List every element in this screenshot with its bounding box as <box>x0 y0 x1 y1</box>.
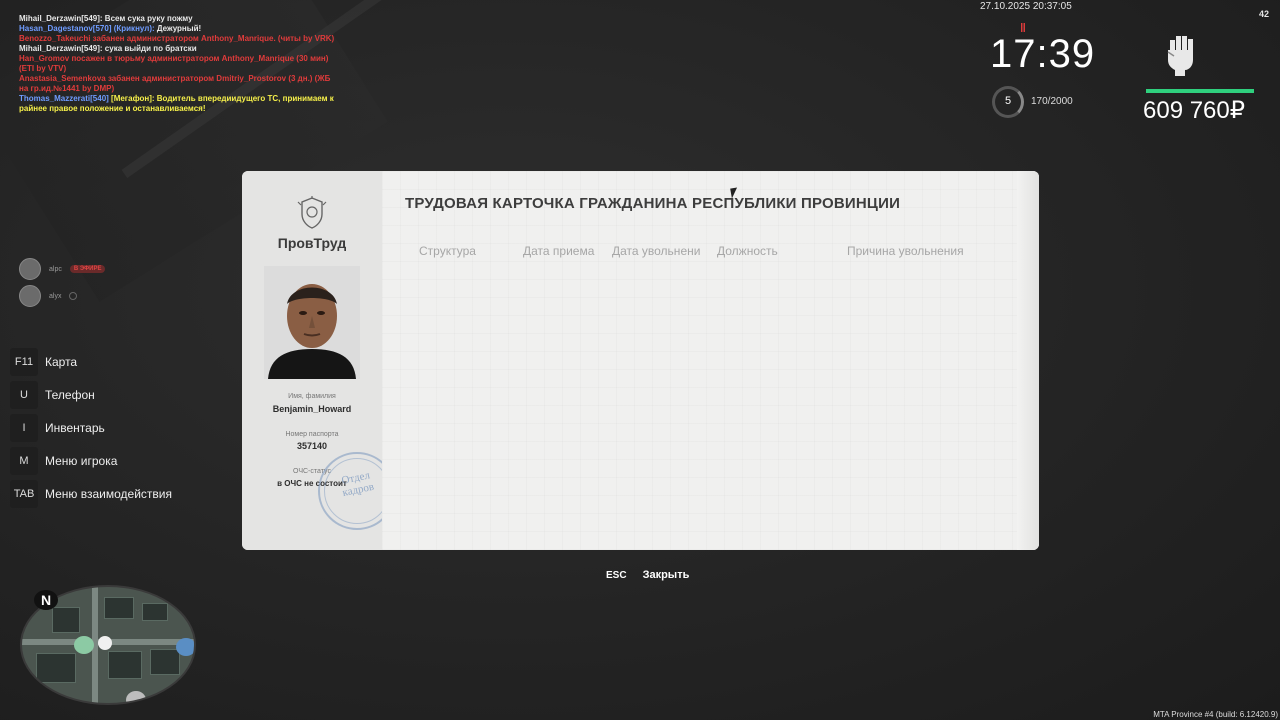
passport-value: 357140 <box>296 441 328 451</box>
chat-segment: Mihail_Derzawin[549]: сука выйди по брат… <box>19 44 197 53</box>
citizen-photo <box>264 266 360 379</box>
xp-counter: 170/2000 <box>1031 96 1073 107</box>
hotkey-label: Карта <box>45 354 78 369</box>
close-label: Закрыть <box>642 569 690 581</box>
bus-station-icon <box>74 636 94 654</box>
chat-line: Mihail_Derzawin[549]: сука выйди по брат… <box>19 44 339 54</box>
employment-records-panel <box>382 171 1039 550</box>
voice-speaker-name: alpc <box>49 265 62 273</box>
column-header-dismissal-date: Дата увольнени <box>612 244 701 258</box>
chat-line: Hasan_Dagestanov[570] (Крикнул): Дежурны… <box>19 24 339 34</box>
datetime: 27.10.2025 20:37:05 <box>980 1 1072 12</box>
money-display: 609 760₽ <box>1143 97 1246 124</box>
hotkey-label: Инвентарь <box>45 420 105 435</box>
shop-icon <box>176 638 194 656</box>
hotkey-key: I <box>10 413 38 442</box>
avatar <box>19 258 41 280</box>
column-header-position: Должность <box>717 244 778 258</box>
chat-line: Anastasia_Semenkova забанен администрато… <box>19 74 339 94</box>
chat-segment: Thomas_Mazzerati[540] <box>19 94 112 103</box>
level-ring: 5 <box>992 86 1024 118</box>
level-number: 5 <box>1004 95 1012 107</box>
hotkey-list: F11 Карта U Телефон I Инвентарь M Меню и… <box>10 345 172 510</box>
north-indicator: N <box>34 590 58 610</box>
coat-of-arms-icon <box>297 196 327 229</box>
voice-speaker-row: alpc В ЭФИРЕ <box>19 258 106 280</box>
hotkey-key: U <box>10 380 38 409</box>
mute-icon <box>69 292 78 300</box>
avatar <box>19 285 41 307</box>
hotkey-label: Телефон <box>45 387 95 402</box>
chat-segment: Benozzo_Takeuchi забанен администратором… <box>19 34 335 43</box>
fps-counter: 42 <box>1259 9 1270 19</box>
garage-icon <box>126 691 146 703</box>
work-record-card: ПровТруд Имя, фамилия Benjamin_Howard Но… <box>242 171 1039 550</box>
player-marker-icon <box>98 636 112 650</box>
hotkey-key: M <box>10 446 38 475</box>
close-button[interactable]: ESC Закрыть <box>606 569 689 581</box>
column-header-structure: Структура <box>419 244 476 258</box>
name-value: Benjamin_Howard <box>272 404 352 414</box>
build-info: MTA Province #4 (build: 6.12420.9) <box>1153 710 1278 719</box>
game-clock: 17:39 <box>990 32 1096 76</box>
column-header-hire-date: Дата приема <box>523 244 595 258</box>
card-profile-panel: ПровТруд Имя, фамилия Benjamin_Howard Но… <box>242 171 396 550</box>
raised-fist-icon <box>1167 36 1193 76</box>
chat-segment: Mihail_Derzawin[549]: Всем сука руку пож… <box>19 14 193 23</box>
hotkey-label: Меню взаимодействия <box>45 486 172 501</box>
hotkey-player-menu[interactable]: M Меню игрока <box>10 444 172 477</box>
chat-segment: Дежурный! <box>156 24 202 33</box>
chat-line: Benozzo_Takeuchi забанен администратором… <box>19 34 339 44</box>
card-page-edge <box>1017 171 1039 550</box>
column-header-dismissal-reason: Причина увольнения <box>847 244 964 258</box>
hotkey-key: F11 <box>10 347 38 376</box>
health-bar <box>1146 89 1254 93</box>
hotkey-interaction-menu[interactable]: TAB Меню взаимодействия <box>10 477 172 510</box>
card-title: ТРУДОВАЯ КАРТОЧКА ГРАЖДАНИНА РЕСПУБЛИКИ … <box>405 195 901 212</box>
chat-segment: Han_Gromov посажен в тюрьму администрато… <box>19 54 329 73</box>
voice-speaker-name: alyx <box>49 292 62 300</box>
chat-line: Thomas_Mazzerati[540] [Мегафон]: Водител… <box>19 94 339 114</box>
chat-log: Mihail_Derzawin[549]: Всем сука руку пож… <box>19 14 339 114</box>
mouse-cursor-icon <box>730 187 739 199</box>
hotkey-label: Меню игрока <box>45 453 118 468</box>
hotkey-inventory[interactable]: I Инвентарь <box>10 411 172 444</box>
chat-line: Mihail_Derzawin[549]: Всем сука руку пож… <box>19 14 339 24</box>
hotkey-phone[interactable]: U Телефон <box>10 378 172 411</box>
chat-segment: Anastasia_Semenkova забанен администрато… <box>19 74 331 93</box>
hotkey-map[interactable]: F11 Карта <box>10 345 172 378</box>
hotkey-key: TAB <box>10 479 38 508</box>
chat-line: Han_Gromov посажен в тюрьму администрато… <box>19 54 339 74</box>
live-badge: В ЭФИРЕ <box>69 265 106 273</box>
voice-speaker-row: alyx <box>19 285 78 307</box>
esc-key: ESC <box>606 569 627 581</box>
name-label: Имя, фамилия <box>288 393 336 400</box>
chat-segment: Hasan_Dagestanov[570] (Крикнул): <box>19 24 157 33</box>
organization-name: ПровТруд <box>277 235 347 251</box>
passport-label: Номер паспорта <box>285 431 339 438</box>
